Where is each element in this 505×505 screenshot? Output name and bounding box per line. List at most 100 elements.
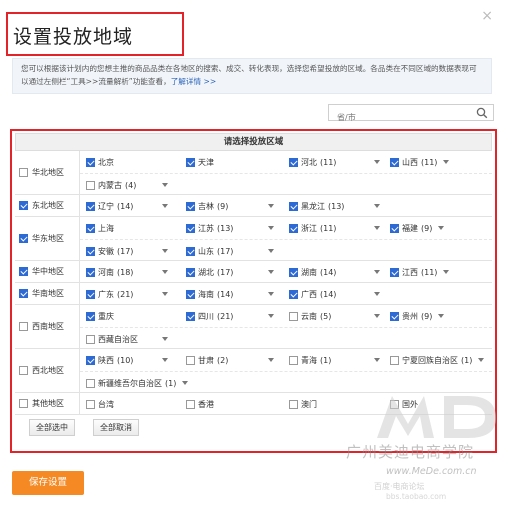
- checkbox-icon[interactable]: [390, 355, 399, 365]
- province-item[interactable]: 贵州 (9): [390, 305, 445, 327]
- checked-box-icon[interactable]: [86, 311, 95, 321]
- checkbox-icon[interactable]: [186, 355, 195, 365]
- chevron-down-icon[interactable]: [374, 226, 380, 230]
- province-item[interactable]: 天津: [186, 151, 214, 173]
- checked-box-icon[interactable]: [390, 157, 399, 167]
- checkbox-icon[interactable]: [289, 399, 298, 409]
- chevron-down-icon[interactable]: [374, 270, 380, 274]
- checkbox-icon[interactable]: [390, 399, 399, 409]
- checkbox-icon[interactable]: [19, 322, 28, 331]
- checkbox-icon[interactable]: [86, 399, 95, 409]
- chevron-down-icon[interactable]: [374, 358, 380, 362]
- province-item[interactable]: 澳门: [289, 393, 317, 415]
- checkbox-icon[interactable]: [86, 378, 95, 388]
- province-item[interactable]: 西藏自治区: [86, 328, 168, 350]
- search-icon[interactable]: [475, 106, 489, 120]
- province-item[interactable]: 湖南 (14): [289, 261, 380, 283]
- checkbox-icon[interactable]: [186, 399, 195, 409]
- province-item[interactable]: 甘肃 (2): [186, 349, 274, 371]
- checked-box-icon[interactable]: [19, 201, 28, 210]
- chevron-down-icon[interactable]: [162, 204, 168, 208]
- checked-box-icon[interactable]: [390, 223, 399, 233]
- checked-box-icon[interactable]: [289, 289, 298, 299]
- province-item[interactable]: 海南 (14): [186, 283, 274, 305]
- checked-box-icon[interactable]: [289, 201, 298, 211]
- province-item[interactable]: 河南 (18): [86, 261, 168, 283]
- chevron-down-icon[interactable]: [438, 226, 445, 230]
- province-item[interactable]: 江苏 (13): [186, 217, 274, 239]
- checkbox-icon[interactable]: [289, 311, 298, 321]
- province-item[interactable]: 河北 (11): [289, 151, 380, 173]
- region-checkbox[interactable]: 东北地区: [19, 195, 64, 216]
- province-item[interactable]: 福建 (9): [390, 217, 445, 239]
- checkbox-icon[interactable]: [86, 334, 95, 344]
- province-item[interactable]: 陕西 (10): [86, 349, 168, 371]
- checked-box-icon[interactable]: [86, 223, 95, 233]
- chevron-down-icon[interactable]: [478, 358, 485, 362]
- checked-box-icon[interactable]: [289, 267, 298, 277]
- checked-box-icon[interactable]: [289, 157, 298, 167]
- save-button[interactable]: 保存设置: [12, 471, 84, 495]
- checked-box-icon[interactable]: [19, 289, 28, 298]
- chevron-down-icon[interactable]: [374, 160, 380, 164]
- checked-box-icon[interactable]: [186, 157, 195, 167]
- province-item[interactable]: 新疆维吾尔自治区 (1): [86, 372, 189, 394]
- province-item[interactable]: 广东 (21): [86, 283, 168, 305]
- province-item[interactable]: 宁夏回族自治区 (1): [390, 349, 485, 371]
- chevron-down-icon[interactable]: [443, 270, 450, 274]
- checked-box-icon[interactable]: [86, 355, 95, 365]
- checked-box-icon[interactable]: [86, 267, 95, 277]
- region-checkbox[interactable]: 华中地区: [19, 261, 64, 282]
- region-checkbox[interactable]: 华北地区: [19, 151, 64, 194]
- chevron-down-icon[interactable]: [268, 270, 274, 274]
- deselect-all-button[interactable]: 全部取消: [93, 419, 139, 436]
- chevron-down-icon[interactable]: [162, 249, 168, 253]
- province-item[interactable]: 辽宁 (14): [86, 195, 168, 217]
- chevron-down-icon[interactable]: [268, 226, 274, 230]
- search-input[interactable]: [329, 110, 469, 125]
- province-item[interactable]: 江西 (11): [390, 261, 450, 283]
- province-item[interactable]: 湖北 (17): [186, 261, 274, 283]
- chevron-down-icon[interactable]: [443, 160, 450, 164]
- checked-box-icon[interactable]: [19, 267, 28, 276]
- checkbox-icon[interactable]: [19, 366, 28, 375]
- province-item[interactable]: 安徽 (17): [86, 240, 168, 262]
- province-item[interactable]: 山西 (11): [390, 151, 450, 173]
- province-item[interactable]: 台湾: [86, 393, 114, 415]
- checked-box-icon[interactable]: [186, 223, 195, 233]
- checked-box-icon[interactable]: [186, 267, 195, 277]
- province-item[interactable]: 云南 (5): [289, 305, 380, 327]
- learn-more-link[interactable]: 了解详情 >>: [171, 77, 217, 86]
- chevron-down-icon[interactable]: [374, 292, 380, 296]
- region-checkbox[interactable]: 华东地区: [19, 217, 64, 260]
- chevron-down-icon[interactable]: [162, 292, 168, 296]
- province-item[interactable]: 青海 (1): [289, 349, 380, 371]
- province-item[interactable]: 国外: [390, 393, 418, 415]
- province-item[interactable]: 四川 (21): [186, 305, 274, 327]
- chevron-down-icon[interactable]: [162, 358, 168, 362]
- chevron-down-icon[interactable]: [268, 204, 274, 208]
- chevron-down-icon[interactable]: [268, 249, 274, 253]
- close-icon[interactable]: ×: [481, 8, 493, 24]
- province-search[interactable]: [328, 104, 494, 125]
- province-item[interactable]: 上海: [86, 217, 114, 239]
- region-checkbox[interactable]: 西北地区: [19, 349, 64, 392]
- province-item[interactable]: 广西 (14): [289, 283, 380, 305]
- checkbox-icon[interactable]: [19, 399, 28, 408]
- province-item[interactable]: 山东 (17): [186, 240, 274, 262]
- checked-box-icon[interactable]: [86, 246, 95, 256]
- region-checkbox[interactable]: 华南地区: [19, 283, 64, 304]
- province-item[interactable]: 黑龙江 (13): [289, 195, 380, 217]
- select-all-button[interactable]: 全部选中: [29, 419, 75, 436]
- chevron-down-icon[interactable]: [162, 337, 168, 341]
- chevron-down-icon[interactable]: [162, 270, 168, 274]
- checked-box-icon[interactable]: [19, 234, 28, 243]
- chevron-down-icon[interactable]: [268, 314, 274, 318]
- checked-box-icon[interactable]: [86, 201, 95, 211]
- province-item[interactable]: 浙江 (11): [289, 217, 380, 239]
- chevron-down-icon[interactable]: [268, 358, 274, 362]
- chevron-down-icon[interactable]: [268, 292, 274, 296]
- chevron-down-icon[interactable]: [374, 314, 380, 318]
- chevron-down-icon[interactable]: [374, 204, 380, 208]
- region-checkbox[interactable]: 其他地区: [19, 393, 64, 414]
